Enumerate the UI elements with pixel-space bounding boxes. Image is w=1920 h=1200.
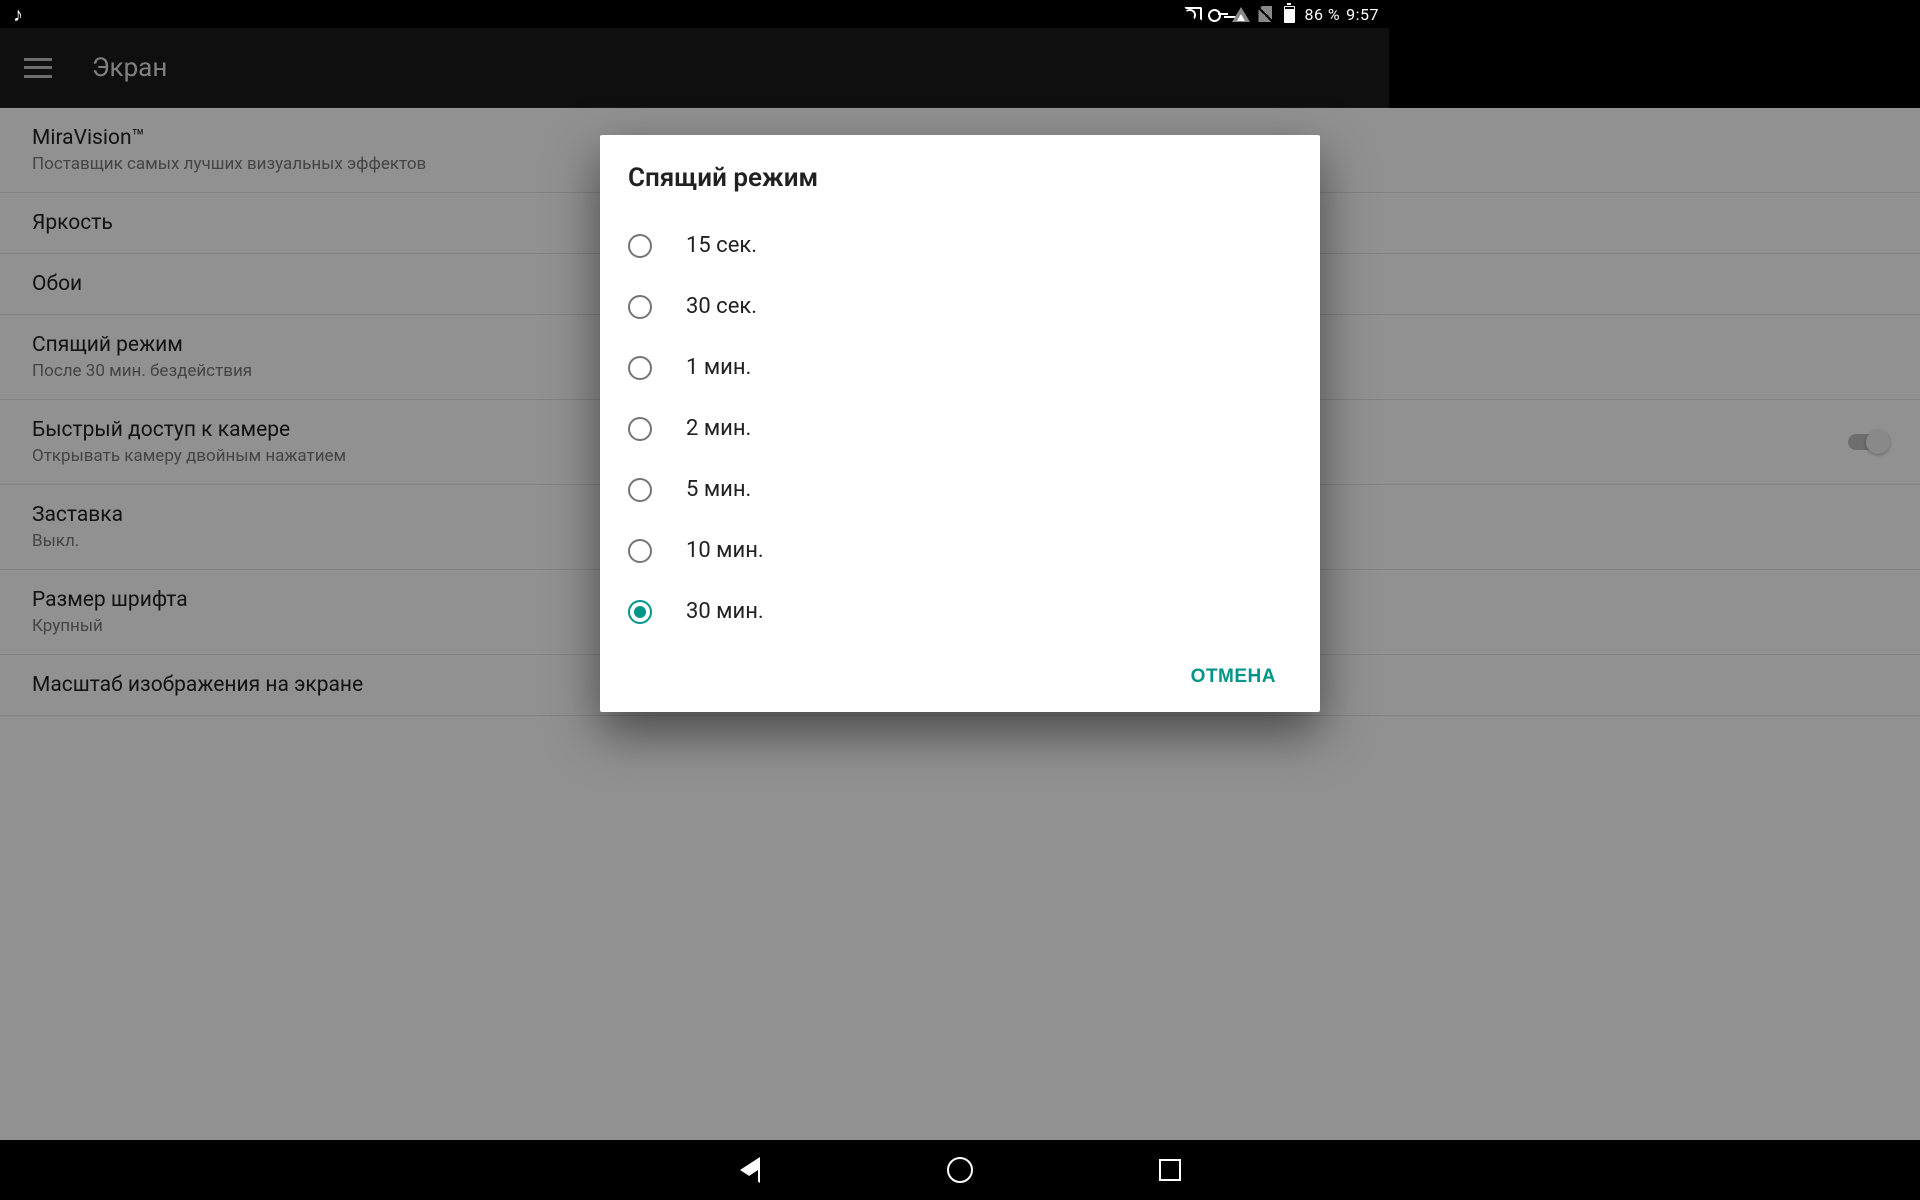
vpn-key-icon — [1208, 5, 1226, 23]
status-bar: 86 % 9:57 — [0, 0, 1389, 28]
cast-icon — [1184, 5, 1202, 23]
sleep-timeout-dialog: Спящий режим 15 сек. 30 сек. 1 мин. 2 мин. 5… — [600, 135, 1320, 712]
sleep-option-label: 15 сек. — [686, 233, 757, 258]
sleep-option-label: 30 сек. — [686, 294, 757, 319]
radio-icon — [628, 356, 652, 380]
home-button[interactable] — [945, 1155, 975, 1185]
radio-icon — [628, 234, 652, 258]
radio-icon — [628, 417, 652, 441]
navigation-bar — [0, 1140, 1920, 1200]
back-button[interactable] — [735, 1155, 765, 1185]
no-sim-icon — [1256, 5, 1274, 23]
sleep-option[interactable]: 30 сек. — [628, 276, 1292, 337]
sleep-option-label: 30 мин. — [686, 599, 764, 624]
cancel-button[interactable]: ОТМЕНА — [1175, 654, 1292, 700]
sleep-option-label: 10 мин. — [686, 538, 764, 563]
radio-icon — [628, 539, 652, 563]
dialog-title: Спящий режим — [628, 163, 1292, 193]
sleep-option[interactable]: 30 мин. — [628, 581, 1292, 642]
sleep-option-label: 2 мин. — [686, 416, 751, 441]
wifi-icon — [1232, 5, 1250, 23]
sleep-option[interactable]: 5 мин. — [628, 459, 1292, 520]
sleep-option-label: 5 мин. — [686, 477, 751, 502]
sleep-option-label: 1 мин. — [686, 355, 751, 380]
sleep-option[interactable]: 1 мин. — [628, 337, 1292, 398]
recent-apps-button[interactable] — [1155, 1155, 1185, 1185]
radio-icon — [628, 478, 652, 502]
music-note-icon — [10, 5, 26, 23]
radio-icon — [628, 600, 652, 624]
battery-percent: 86 % — [1304, 5, 1340, 24]
sleep-option[interactable]: 15 сек. — [628, 215, 1292, 276]
sleep-option[interactable]: 10 мин. — [628, 520, 1292, 581]
battery-icon — [1280, 5, 1298, 23]
radio-icon — [628, 295, 652, 319]
clock: 9:57 — [1346, 5, 1379, 24]
sleep-option[interactable]: 2 мин. — [628, 398, 1292, 459]
